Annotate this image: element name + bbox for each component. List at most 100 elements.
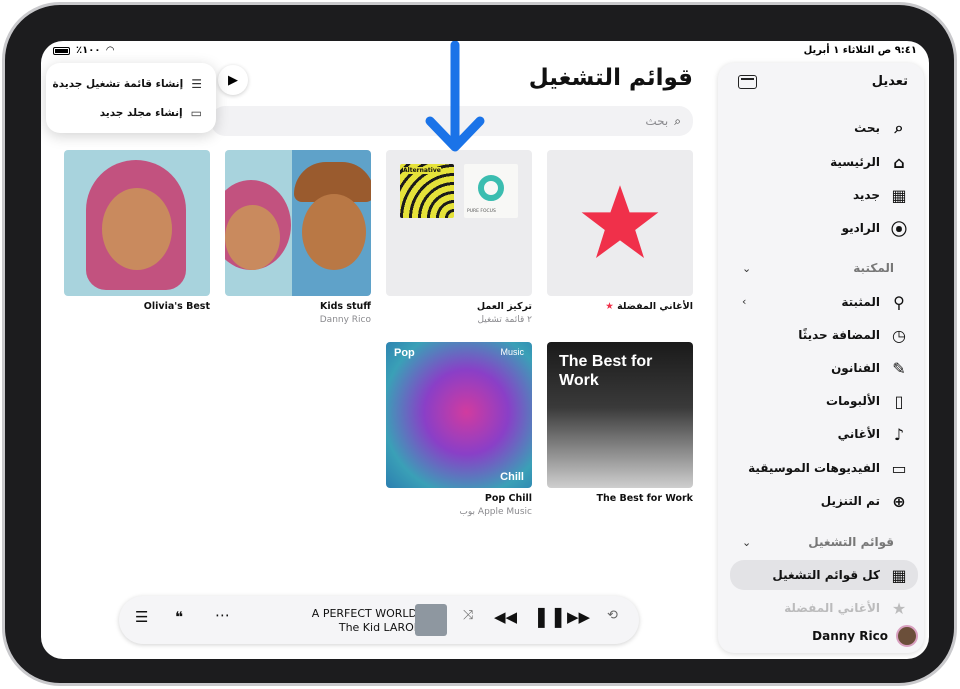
sidebar-item-label: جديد xyxy=(852,188,880,202)
playlist-tile-kids-stuff[interactable] xyxy=(225,150,371,296)
playlist-tile-olivias-best[interactable] xyxy=(64,150,210,296)
playlist-tile-work-focus[interactable]: Alternative PURE FOCUS xyxy=(386,150,532,296)
cover-half xyxy=(292,150,371,296)
sidebar-item-label: بحث xyxy=(854,121,880,135)
menu-item-label: إنشاء مجلد جديد xyxy=(99,107,183,119)
annotation-arrow-icon xyxy=(425,41,485,152)
repeat-icon[interactable]: ⟲ xyxy=(607,608,618,623)
sidebar-item-pinned[interactable]: المثبتة ⚲ xyxy=(841,289,910,315)
sidebar-item-favorites[interactable]: الأغاني المفضلة ★ xyxy=(784,595,910,621)
sidebar-item-label: تم التنزيل xyxy=(820,494,880,508)
sidebar-item-home[interactable]: الرئيسية ⌂ xyxy=(830,149,910,175)
more-icon[interactable]: ⋯ xyxy=(215,606,230,624)
menu-item-label: إنشاء قائمة تشغيل جديدة xyxy=(52,78,184,90)
library-header[interactable]: المكتبة xyxy=(853,261,894,275)
cover-text: The Best for Work xyxy=(559,353,653,389)
album-art[interactable] xyxy=(415,604,447,636)
sidebar-item-recently-added[interactable]: المضافة حديثًا ◷ xyxy=(798,322,910,348)
screen: ٪١٠٠ ◠ ٩:٤١ ص الثلاثاء ١ أبريل تعديل بحث… xyxy=(41,41,929,659)
next-icon[interactable]: ▶▶ xyxy=(567,608,590,626)
alternative-cover: Alternative xyxy=(400,164,454,218)
sidebar-item-music-videos[interactable]: الفيديوهات الموسيقية ▭ xyxy=(748,455,910,481)
new-menu: إنشاء قائمة تشغيل جديدة ☰ إنشاء مجلد جدي… xyxy=(46,63,216,133)
sidebar-item-all-playlists[interactable]: كل قوائم التشغيل ▦ xyxy=(772,562,910,588)
playlist-add-icon: ☰ xyxy=(191,77,202,91)
home-icon: ⌂ xyxy=(893,152,905,172)
download-icon: ⊕ xyxy=(892,491,906,511)
star-icon: ★ xyxy=(891,598,907,618)
sidebar-item-songs[interactable]: الأغاني ♪ xyxy=(838,421,910,447)
status-time-date: ٩:٤١ ص الثلاثاء ١ أبريل xyxy=(803,45,917,56)
sidebar-item-radio[interactable]: الراديو ⦿ xyxy=(842,215,910,241)
sidebar-item-search[interactable]: بحث ⌕ xyxy=(854,115,910,141)
playlists-header[interactable]: قوائم التشغيل xyxy=(808,535,894,549)
face-shape xyxy=(302,194,366,270)
note-icon: ♪ xyxy=(893,424,905,444)
sidebar-item-new[interactable]: جديد ▦ xyxy=(853,182,910,208)
shuffle-icon[interactable]: ⤨ xyxy=(463,608,473,623)
star-icon: ★ xyxy=(605,301,614,312)
apple-music-logo: Music xyxy=(500,347,524,357)
mini-player: ☰ ❝ ⋯ A PERFECT WORLD The Kid LAROI ⤨ ◀◀… xyxy=(119,596,639,644)
avatar xyxy=(896,625,918,647)
play-button[interactable]: ▶ xyxy=(218,65,248,95)
tile-title: The Best for Work xyxy=(596,493,693,504)
battery-icon xyxy=(53,46,70,55)
playlist-tile-pop-chill[interactable]: Pop Music Chill xyxy=(386,342,532,488)
chevron-left-icon[interactable]: ‹ xyxy=(742,295,746,308)
cover-label: PURE FOCUS xyxy=(467,209,496,214)
search-placeholder: بحث xyxy=(645,114,669,128)
song-artist: The Kid LAROI xyxy=(338,621,417,634)
hex-shape xyxy=(478,175,504,201)
play-icon: ▶ xyxy=(228,72,238,88)
sidebar-toggle-icon[interactable] xyxy=(738,75,757,89)
sidebar-item-label: الفيديوهات الموسيقية xyxy=(748,461,880,475)
tile-title: Kids stuff xyxy=(319,301,371,312)
queue-icon[interactable]: ☰ xyxy=(135,608,148,626)
sidebar-item-label: الفنانون xyxy=(831,361,880,375)
tile-subtitle: ٢ قائمة تشغيل xyxy=(477,315,532,325)
cover-text: Chill xyxy=(500,471,524,483)
battery-level: ٪١٠٠ xyxy=(76,45,101,56)
search-icon: ⌕ xyxy=(894,118,904,137)
ipad-frame: ٪١٠٠ ◠ ٩:٤١ ص الثلاثاء ١ أبريل تعديل بحث… xyxy=(2,2,957,686)
edit-button[interactable]: تعديل xyxy=(872,74,908,89)
playlist-tile-best-for-work[interactable]: The Best for Work xyxy=(547,342,693,488)
sidebar-item-downloaded[interactable]: تم التنزيل ⊕ xyxy=(821,488,910,514)
playlist-tile-favorites[interactable] xyxy=(547,150,693,296)
sidebar-item-label: الرئيسية xyxy=(830,155,880,169)
face-shape xyxy=(225,205,280,270)
sidebar: تعديل بحث ⌕ الرئيسية ⌂ جديد ▦ الراديو ⦿ … xyxy=(718,63,924,653)
cover-half xyxy=(225,150,298,296)
previous-icon[interactable]: ◀◀ xyxy=(494,608,517,626)
tile-subtitle: بوب Apple Music xyxy=(459,507,532,517)
tile-title: تركيز العمل xyxy=(476,301,532,312)
face-shape xyxy=(102,188,172,270)
album-icon: ▯ xyxy=(894,391,904,411)
chevron-down-icon[interactable]: ⌄ xyxy=(742,536,751,549)
page-title: قوائم التشغيل xyxy=(528,65,693,91)
chevron-down-icon[interactable]: ⌄ xyxy=(742,262,751,275)
tile-title: Pop Chill xyxy=(484,493,532,504)
sidebar-item-label: المثبتة xyxy=(841,295,880,309)
sidebar-item-label: الألبومات xyxy=(826,394,880,408)
microphone-icon: ✎ xyxy=(892,358,906,378)
cover-text: Pop xyxy=(394,347,415,359)
search-icon: ⌕ xyxy=(674,113,681,128)
song-title: A PERFECT WORLD xyxy=(311,607,417,620)
user-profile[interactable]: Danny Rico xyxy=(812,625,918,647)
wifi-icon: ◠ xyxy=(106,45,115,56)
new-folder-menu-item[interactable]: إنشاء مجلد جديد ▭ xyxy=(100,106,202,120)
pause-icon[interactable]: ❚❚ xyxy=(533,604,567,628)
sidebar-item-label: الأغاني المفضلة xyxy=(784,601,880,615)
sidebar-item-label: المضافة حديثًا xyxy=(798,328,880,342)
lyrics-icon[interactable]: ❝ xyxy=(175,608,183,626)
sidebar-item-albums[interactable]: الألبومات ▯ xyxy=(826,388,910,414)
sidebar-item-artists[interactable]: الفنانون ✎ xyxy=(831,355,910,381)
pure-focus-cover: PURE FOCUS xyxy=(464,164,518,218)
tile-title: ★ الأغاني المفضلة xyxy=(605,301,693,312)
new-playlist-menu-item[interactable]: إنشاء قائمة تشغيل جديدة ☰ xyxy=(53,77,203,91)
user-name: Danny Rico xyxy=(812,629,888,643)
cover-label: Alternative xyxy=(403,167,441,174)
status-bar-left: ٪١٠٠ ◠ xyxy=(53,45,114,56)
